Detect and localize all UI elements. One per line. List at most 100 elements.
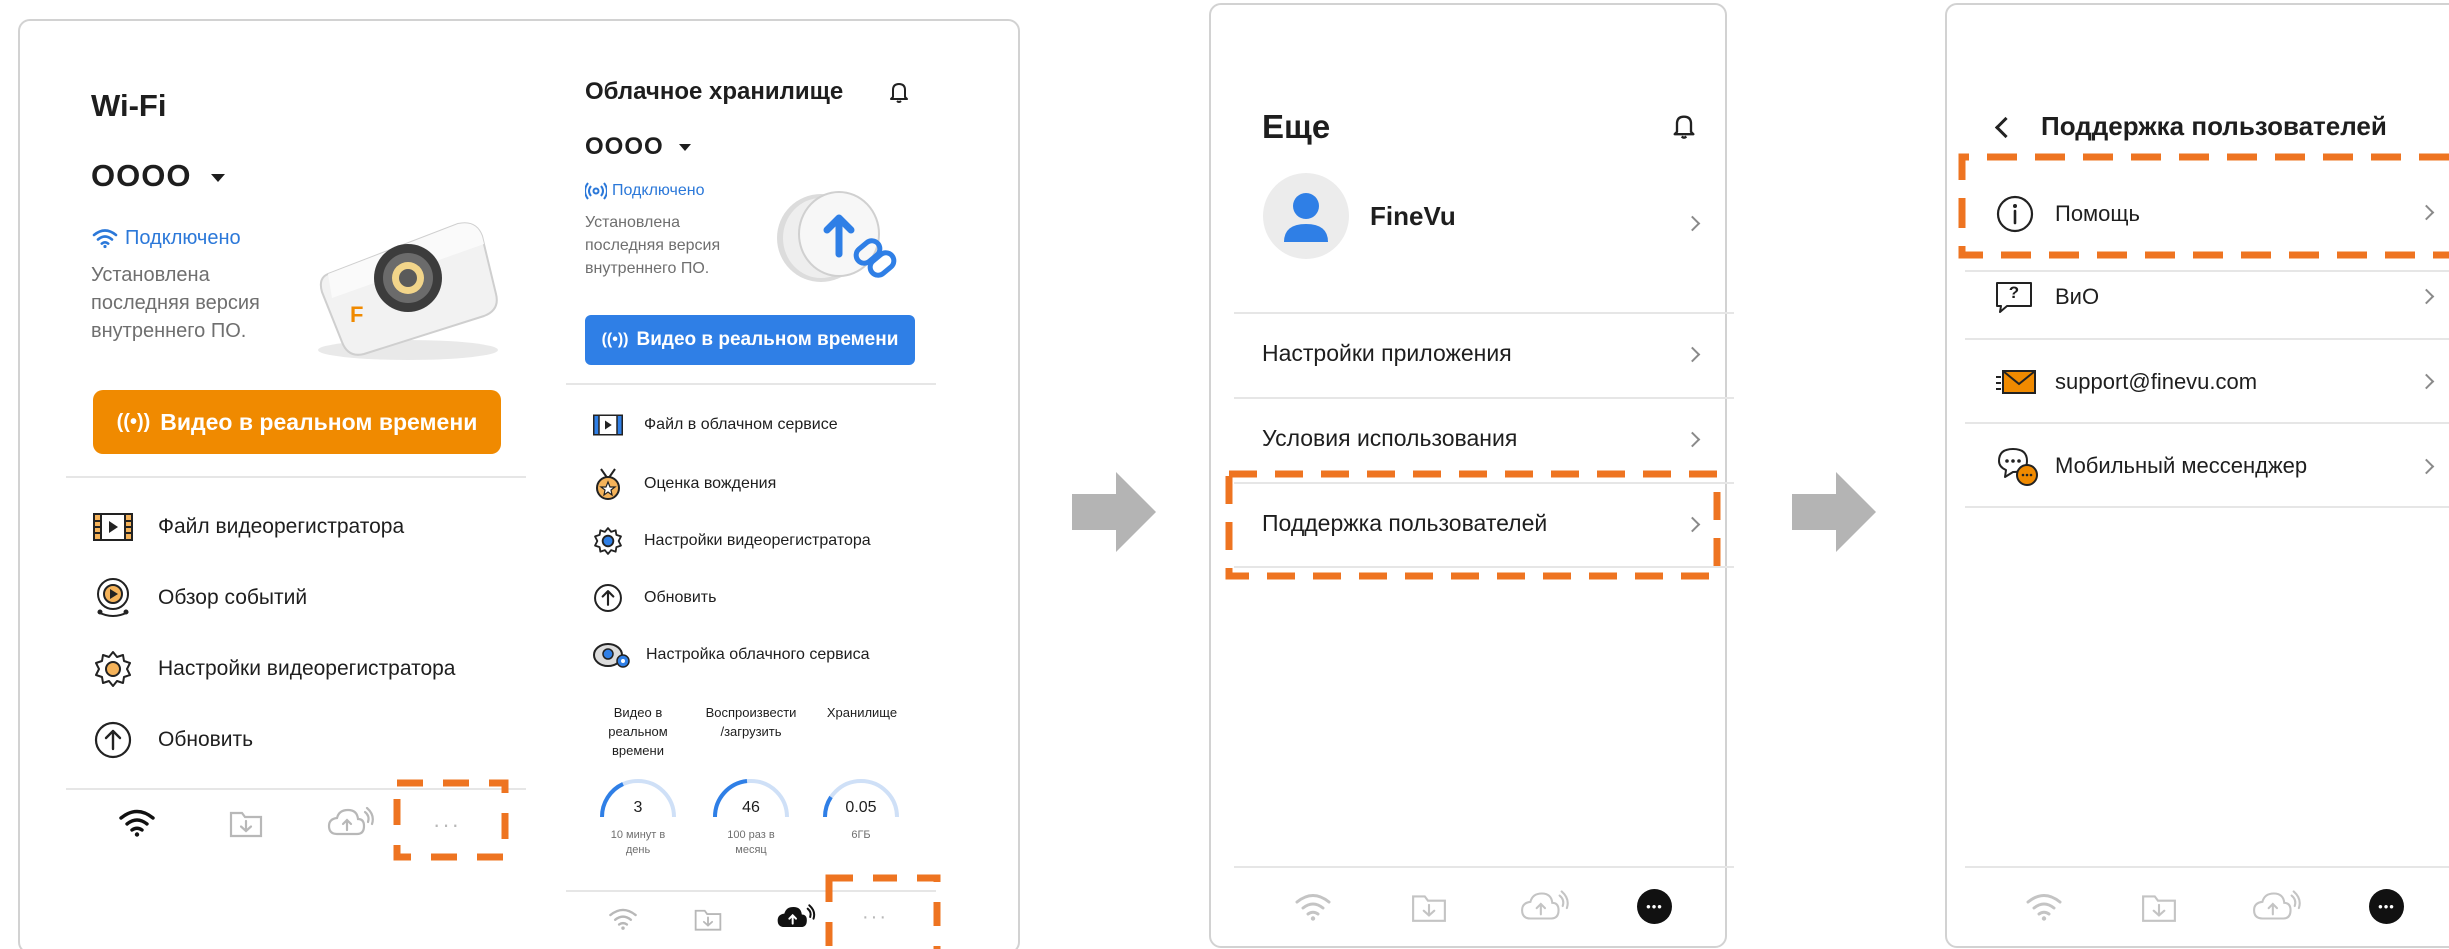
stat-limit: 10 минут в день bbox=[596, 828, 680, 858]
stat-limit-line: 6ГБ bbox=[851, 829, 871, 841]
menu-item-update[interactable]: Обновить bbox=[92, 718, 512, 762]
highlight-user-support bbox=[1225, 470, 1721, 580]
stat-playback: Воспроизвести /загрузить bbox=[689, 703, 813, 741]
stat-limit-line: 100 раз в bbox=[727, 829, 775, 841]
cloud-menu-item-cloud-settings[interactable]: Настройка облачного сервиса bbox=[592, 639, 922, 671]
cloud-menu-item-update[interactable]: Обновить bbox=[592, 582, 922, 614]
cloud-menu-item-files[interactable]: Файл в облачном сервисе bbox=[592, 410, 922, 440]
nav-download-folder-icon[interactable] bbox=[694, 906, 722, 932]
nav-more-icon-active[interactable]: ••• bbox=[2369, 889, 2404, 924]
wifi-status: Подключено bbox=[91, 225, 241, 251]
cloud-live-video-button[interactable]: ((•)) Видео в реальном времени bbox=[585, 315, 915, 365]
menu-item-label: Настройки видеорегистратора bbox=[158, 657, 456, 680]
next-step-arrow-icon bbox=[1072, 472, 1156, 552]
bell-icon[interactable] bbox=[1671, 112, 1697, 140]
nav-download-folder-icon[interactable] bbox=[1411, 891, 1447, 923]
divider bbox=[1965, 506, 2449, 508]
nav-wifi-icon[interactable] bbox=[2025, 892, 2063, 922]
menu-item-dashcam-settings[interactable]: Настройки видеорегистратора bbox=[92, 647, 512, 691]
firmware-note-line2: последняя версия bbox=[91, 292, 260, 314]
divider bbox=[1965, 866, 2449, 868]
user-profile-row[interactable]: FineVu bbox=[1262, 172, 1702, 260]
caret-down-icon bbox=[679, 144, 692, 152]
menu-item-mobile-messenger[interactable]: Мобильный мессенджер bbox=[1995, 444, 2425, 488]
connection-status: Подключено bbox=[125, 226, 241, 249]
cloud-connection-status: Подключено bbox=[612, 182, 705, 199]
next-step-arrow-icon bbox=[1792, 472, 1876, 552]
cloud-firmware-line2: последняя версия bbox=[585, 237, 721, 254]
cloud-firmware-line3: внутреннего ПО. bbox=[585, 260, 710, 277]
live-video-button[interactable]: ((•)) Видео в реальном времени bbox=[93, 390, 501, 454]
gear-icon bbox=[95, 651, 131, 687]
stat-live-video: Видео в реальном времени bbox=[588, 703, 688, 760]
film-icon bbox=[93, 513, 133, 541]
dashcam-illustration: F bbox=[318, 222, 498, 360]
menu-item-event-review[interactable]: Обзор событий bbox=[92, 576, 512, 620]
nav-download-folder-icon[interactable] bbox=[2141, 891, 2177, 923]
nav-cloud-icon[interactable] bbox=[2252, 889, 2302, 923]
menu-item-support-email[interactable]: support@finevu.com bbox=[1995, 360, 2425, 404]
stat-storage: Хранилище bbox=[812, 703, 912, 722]
film-icon bbox=[593, 414, 623, 436]
broadcast-icon bbox=[585, 182, 607, 200]
stat-limit-line: день bbox=[625, 844, 651, 856]
stat-header-line: времени bbox=[612, 743, 664, 758]
nav-wifi-icon[interactable] bbox=[608, 907, 638, 931]
cloud-menu-item-label: Обновить bbox=[644, 589, 717, 606]
divider bbox=[1234, 312, 1734, 314]
nav-wifi-icon[interactable] bbox=[1294, 892, 1332, 922]
cloud-firmware-line1: Установлена bbox=[585, 214, 680, 231]
cloud-menu-item-label: Настройки видеорегистратора bbox=[644, 532, 871, 549]
stat-header-line: Воспроизвести bbox=[705, 705, 797, 720]
chevron-left-icon bbox=[1994, 116, 2017, 139]
divider bbox=[566, 383, 936, 385]
firmware-note-line1: Установлена bbox=[91, 264, 210, 286]
nav-download-folder-icon[interactable] bbox=[229, 808, 263, 838]
bell-icon[interactable] bbox=[888, 80, 910, 104]
nav-cloud-icon-active[interactable] bbox=[776, 903, 816, 931]
stat-value: 0.05 bbox=[845, 799, 877, 816]
more-dots: ••• bbox=[2378, 899, 2395, 914]
menu-item-label: Файл видеорегистратора bbox=[158, 515, 405, 538]
menu-item-terms[interactable]: Условия использования bbox=[1262, 425, 1517, 452]
menu-item-faq[interactable]: ? ВиО bbox=[1995, 275, 2425, 319]
cloud-menu-item-dashcam-settings[interactable]: Настройки видеорегистратора bbox=[592, 525, 922, 557]
divider bbox=[66, 476, 526, 478]
nav-more-icon-active[interactable]: ••• bbox=[1637, 889, 1672, 924]
back-button[interactable] bbox=[1990, 114, 2017, 140]
menu-item-label: Обзор событий bbox=[158, 586, 308, 609]
nav-cloud-icon[interactable] bbox=[1520, 889, 1570, 923]
device-selector[interactable]: OOOO bbox=[91, 158, 226, 194]
device-name: OOOO bbox=[91, 158, 192, 193]
cloud-upload-illustration bbox=[777, 191, 897, 282]
cloud-title: Облачное хранилище bbox=[585, 78, 844, 105]
cloud-live-video-label: Видео в реальном времени bbox=[636, 329, 899, 350]
divider bbox=[1965, 422, 2449, 424]
stat-limit-line: месяц bbox=[735, 844, 767, 856]
wifi-icon bbox=[92, 229, 118, 249]
cloud-menu-item-driving-score[interactable]: Оценка вождения bbox=[592, 467, 922, 501]
broadcast-icon: ((•)) bbox=[601, 331, 629, 348]
stat-header-line: реальном bbox=[608, 724, 668, 739]
menu-item-label: Обновить bbox=[158, 728, 254, 751]
wifi-title: Wi-Fi bbox=[91, 88, 167, 123]
menu-item-dashcam-files[interactable]: Файл видеорегистратора bbox=[92, 505, 512, 549]
menu-item-app-settings[interactable]: Настройки приложения bbox=[1262, 340, 1512, 367]
menu-item-label: Мобильный мессенджер bbox=[2055, 453, 2308, 478]
highlight-more-tab bbox=[825, 874, 941, 949]
nav-wifi-icon[interactable] bbox=[118, 808, 156, 838]
chat-icon bbox=[1998, 448, 2038, 486]
divider bbox=[1234, 397, 1734, 399]
nav-cloud-icon[interactable] bbox=[327, 806, 375, 838]
faq-icon: ? bbox=[1995, 281, 2033, 313]
divider bbox=[1965, 338, 2449, 340]
more-dots: ••• bbox=[1646, 899, 1663, 914]
cloud-device-name: OOOO bbox=[585, 133, 664, 160]
stat-value: 46 bbox=[742, 799, 760, 816]
menu-item-label: ВиО bbox=[2055, 284, 2100, 309]
stat-limit: 100 раз в месяц bbox=[709, 828, 793, 858]
cloud-device-selector[interactable]: OOOO bbox=[585, 133, 692, 161]
caret-down-icon bbox=[211, 173, 226, 182]
cloud-menu-item-label: Оценка вождения bbox=[644, 475, 777, 492]
user-name: FineVu bbox=[1370, 200, 1456, 231]
